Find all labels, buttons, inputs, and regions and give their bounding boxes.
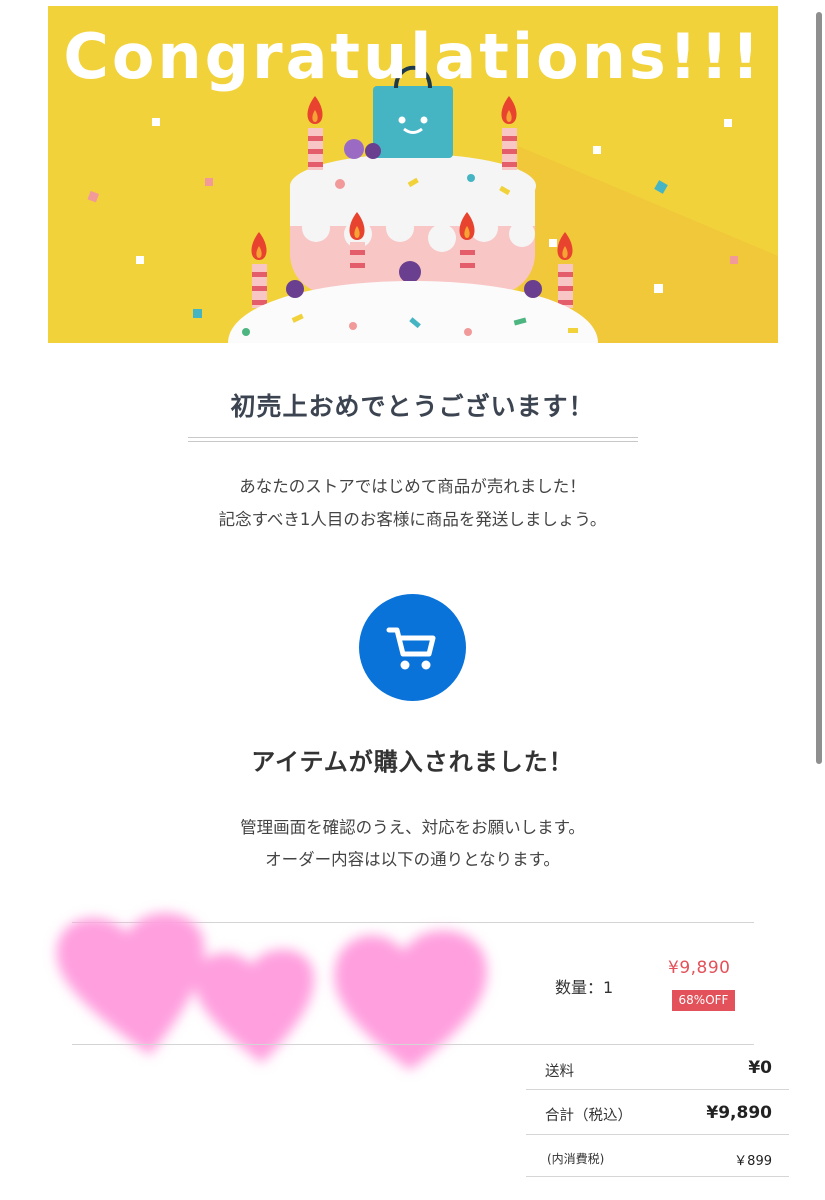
item-purchased-text: 管理画面を確認のうえ、対応をお願いします。 オーダー内容は以下の通りとなります。	[0, 812, 825, 876]
shipping-label: 送料	[545, 1064, 574, 1080]
cart-badge	[359, 594, 466, 701]
intro-line-1: あなたのストアではじめて商品が売れました！	[239, 477, 586, 496]
page-headline: 初売上おめでとうございます！	[230, 392, 595, 421]
headline-divider	[188, 437, 638, 442]
total-value: ¥9,890	[706, 1103, 772, 1123]
tax-value: ￥899	[734, 1154, 772, 1169]
total-row: 合計（税込） ¥9,890	[526, 1090, 789, 1135]
tax-row: (内消費税) ￥899	[526, 1135, 789, 1177]
shipping-value: ¥0	[748, 1058, 772, 1078]
shopping-cart-icon	[386, 627, 436, 670]
order-quantity: 数量：1	[555, 978, 614, 997]
order-divider-bottom	[72, 1044, 754, 1045]
intro-line-2: 記念すべき1人目のお客様に商品を発送しましょう。	[218, 510, 607, 529]
shipping-row: 送料 ¥0	[526, 1047, 789, 1090]
item-purchased-title: アイテムが購入されました！	[251, 748, 574, 776]
tax-label: (内消費税)	[547, 1152, 605, 1166]
banner-title: Congratulations!!!	[63, 20, 763, 93]
congratulations-banner: Congratulations!!!	[48, 6, 778, 343]
detail-line-2: オーダー内容は以下の通りとなります。	[265, 850, 560, 869]
total-label: 合計（税込）	[545, 1108, 632, 1124]
discount-badge: 68%OFF	[672, 990, 735, 1011]
scrollbar[interactable]	[811, 0, 825, 1200]
intro-text: あなたのストアではじめて商品が売れました！ 記念すべき1人目のお客様に商品を発送…	[0, 470, 825, 536]
order-price: ¥9,890	[668, 958, 731, 978]
detail-line-1: 管理画面を確認のうえ、対応をお願いします。	[240, 818, 585, 837]
heart-privacy-overlay	[56, 913, 487, 1070]
